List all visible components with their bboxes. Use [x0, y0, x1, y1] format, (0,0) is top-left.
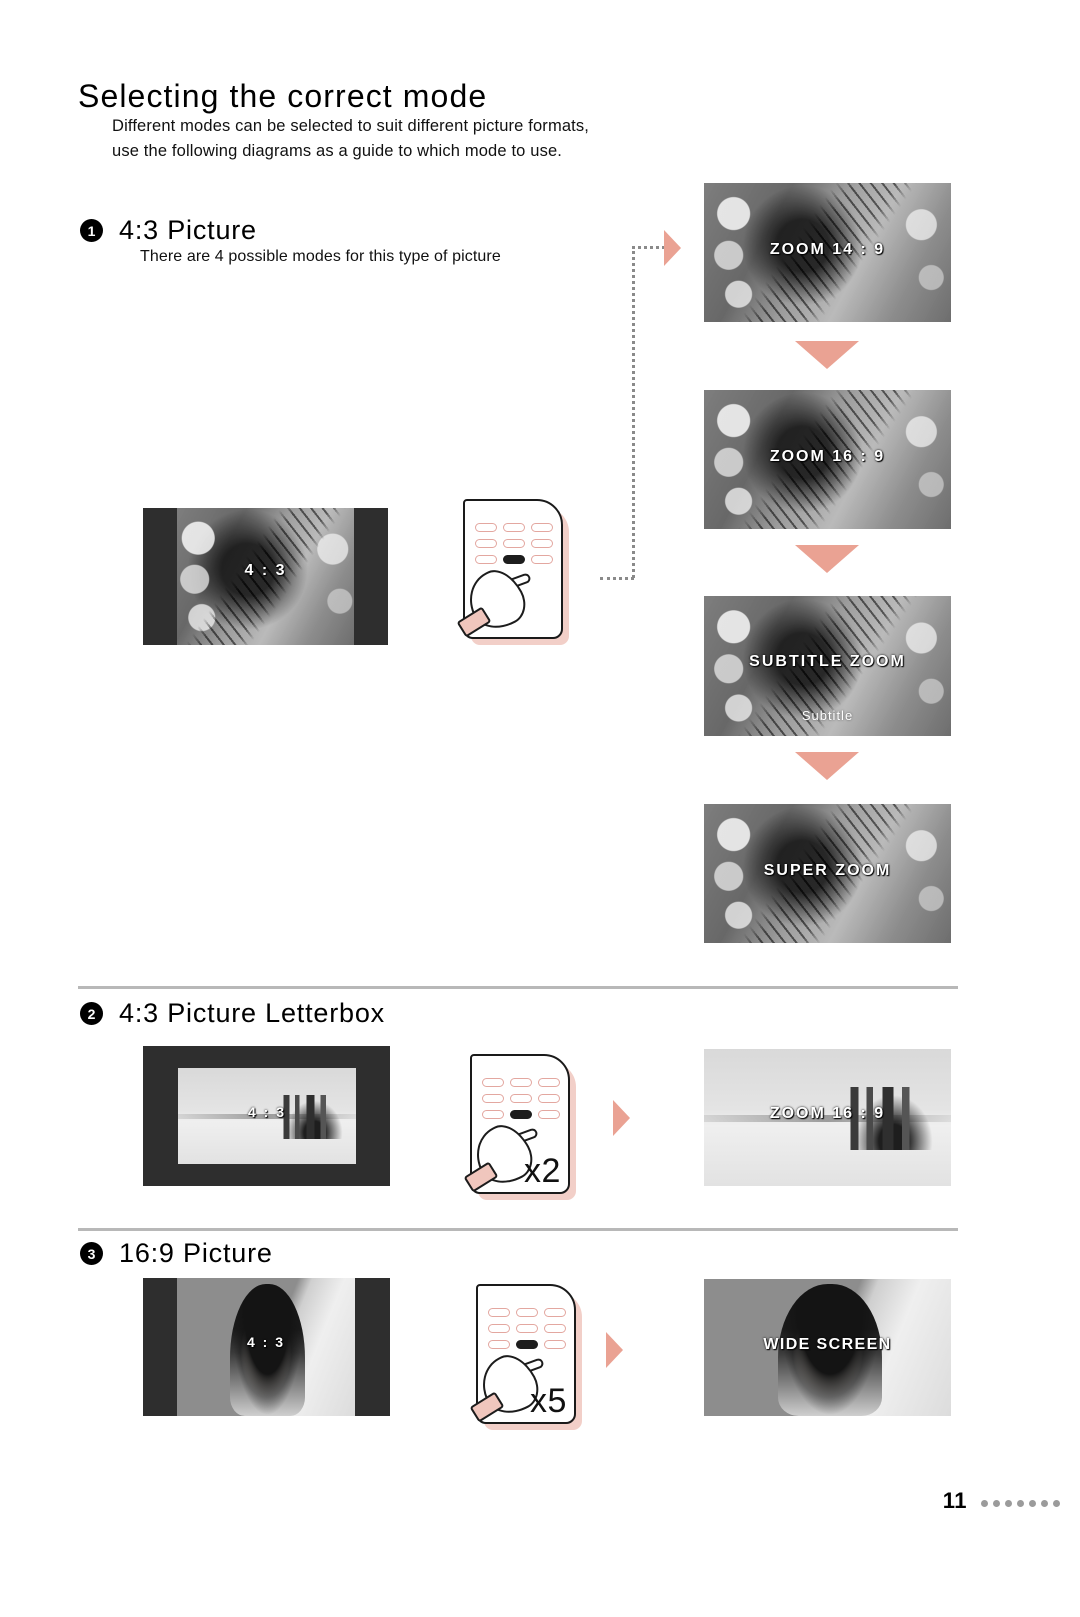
source-tv-letterbox: 4 : 3: [143, 1046, 390, 1186]
source-tv-169-screen: 4 : 3: [177, 1278, 355, 1416]
remote-key[interactable]: [482, 1110, 504, 1119]
remote-multiplier-2: x2: [524, 1152, 561, 1190]
footer-dot: [993, 1500, 1000, 1507]
remote-key[interactable]: [482, 1094, 504, 1103]
page-title: Selecting the correct mode: [78, 78, 488, 114]
section-divider-1: [78, 986, 958, 989]
section-title-1: 4:3 Picture: [119, 215, 257, 245]
footer-dot: [1017, 1500, 1024, 1507]
remote-key-format[interactable]: [516, 1340, 538, 1349]
result-tv-1-4-screen: SUPER ZOOM: [704, 804, 951, 943]
remote-key[interactable]: [503, 523, 525, 532]
flow-arrow-down-3: [795, 752, 859, 780]
connector-horizontal-bottom: [600, 577, 634, 580]
source-tv-letterbox-screen: 4 : 3: [178, 1068, 356, 1164]
remote-key[interactable]: [544, 1308, 566, 1317]
section-heading-1: 1 4:3 Picture: [80, 215, 257, 246]
remote-key[interactable]: [475, 539, 497, 548]
source-tv-43: 4 : 3: [143, 508, 388, 645]
remote-key[interactable]: [531, 539, 553, 548]
footer-dot-row: [981, 1500, 1060, 1507]
section-subtitle-1: There are 4 possible modes for this type…: [140, 248, 501, 265]
flow-arrow-down-1: [795, 341, 859, 369]
remote-key[interactable]: [488, 1340, 510, 1349]
remote-key[interactable]: [488, 1324, 510, 1333]
photo-flower: [704, 804, 951, 943]
source-tv-169: 4 : 3: [143, 1278, 390, 1416]
photo-desert: [704, 1049, 951, 1186]
page-intro-line2: use the following diagrams as a guide to…: [112, 142, 563, 160]
section-number-badge-3: 3: [80, 1242, 103, 1265]
remote-key[interactable]: [482, 1078, 504, 1087]
remote-key[interactable]: [544, 1340, 566, 1349]
section-heading-3: 3 16:9 Picture: [80, 1238, 273, 1269]
remote-key-format[interactable]: [510, 1110, 532, 1119]
footer-dot: [1005, 1500, 1012, 1507]
footer-dot: [1053, 1500, 1060, 1507]
photo-flower: [704, 596, 951, 736]
remote-key[interactable]: [544, 1324, 566, 1333]
result-tv-1-3: SUBTITLE ZOOM Subtitle: [704, 596, 951, 736]
remote-key[interactable]: [531, 523, 553, 532]
remote-key[interactable]: [475, 523, 497, 532]
connector-horizontal-top: [632, 246, 665, 249]
remote-key[interactable]: [516, 1324, 538, 1333]
result-tv-1-1: ZOOM 14 : 9: [704, 183, 951, 322]
photo-woman: [177, 1278, 355, 1416]
section-title-3: 16:9 Picture: [119, 1238, 273, 1268]
section-heading-2: 2 4:3 Picture Letterbox: [80, 998, 385, 1029]
page-intro: Different modes can be selected to suit …: [112, 114, 712, 164]
page-intro-line1: Different modes can be selected to suit …: [112, 117, 590, 135]
remote-multiplier-3: x5: [530, 1382, 567, 1420]
flow-arrow-right-3: [606, 1332, 623, 1368]
footer-dot: [1041, 1500, 1048, 1507]
remote-key[interactable]: [475, 555, 497, 564]
photo-woman: [704, 1279, 951, 1416]
remote-key[interactable]: [503, 539, 525, 548]
remote-control-2[interactable]: x2: [462, 1040, 592, 1215]
source-tv-43-screen: 4 : 3: [177, 508, 354, 645]
result-tv-1-4: SUPER ZOOM: [704, 804, 951, 943]
result-tv-1-2-screen: ZOOM 16 : 9: [704, 390, 951, 529]
section-divider-2: [78, 1228, 958, 1231]
remote-key[interactable]: [510, 1078, 532, 1087]
connector-vertical-segment: [632, 246, 635, 578]
remote-key[interactable]: [516, 1308, 538, 1317]
remote-key[interactable]: [538, 1110, 560, 1119]
flow-arrow-down-2: [795, 545, 859, 573]
result-tv-2-1: ZOOM 16 : 9: [704, 1049, 951, 1186]
remote-key[interactable]: [538, 1094, 560, 1103]
remote-key-format[interactable]: [503, 555, 525, 564]
section-number-badge-2: 2: [80, 1002, 103, 1025]
remote-keypad: [488, 1308, 566, 1349]
remote-control-1[interactable]: [455, 485, 585, 660]
footer-dot: [981, 1500, 988, 1507]
result-tv-3-1-screen: WIDE SCREEN: [704, 1279, 951, 1416]
remote-keypad: [475, 523, 553, 564]
section-title-2: 4:3 Picture Letterbox: [119, 998, 385, 1028]
page-number: 11: [942, 1488, 967, 1513]
flow-arrow-right-2: [613, 1100, 630, 1136]
remote-key[interactable]: [538, 1078, 560, 1087]
remote-key[interactable]: [488, 1308, 510, 1317]
result-tv-1-1-screen: ZOOM 14 : 9: [704, 183, 951, 322]
result-tv-2-1-screen: ZOOM 16 : 9: [704, 1049, 951, 1186]
section-number-badge-1: 1: [80, 219, 103, 242]
footer-dot: [1029, 1500, 1036, 1507]
connector-arrow-icon: [664, 230, 681, 266]
photo-flower: [704, 183, 951, 322]
remote-control-3[interactable]: x5: [468, 1270, 598, 1445]
remote-key[interactable]: [510, 1094, 532, 1103]
result-tv-3-1: WIDE SCREEN: [704, 1279, 951, 1416]
photo-desert: [178, 1068, 356, 1164]
result-tv-1-3-screen: SUBTITLE ZOOM Subtitle: [704, 596, 951, 736]
remote-keypad: [482, 1078, 560, 1119]
photo-flower: [704, 390, 951, 529]
result-tv-1-2: ZOOM 16 : 9: [704, 390, 951, 529]
remote-key[interactable]: [531, 555, 553, 564]
photo-flower: [177, 508, 354, 645]
